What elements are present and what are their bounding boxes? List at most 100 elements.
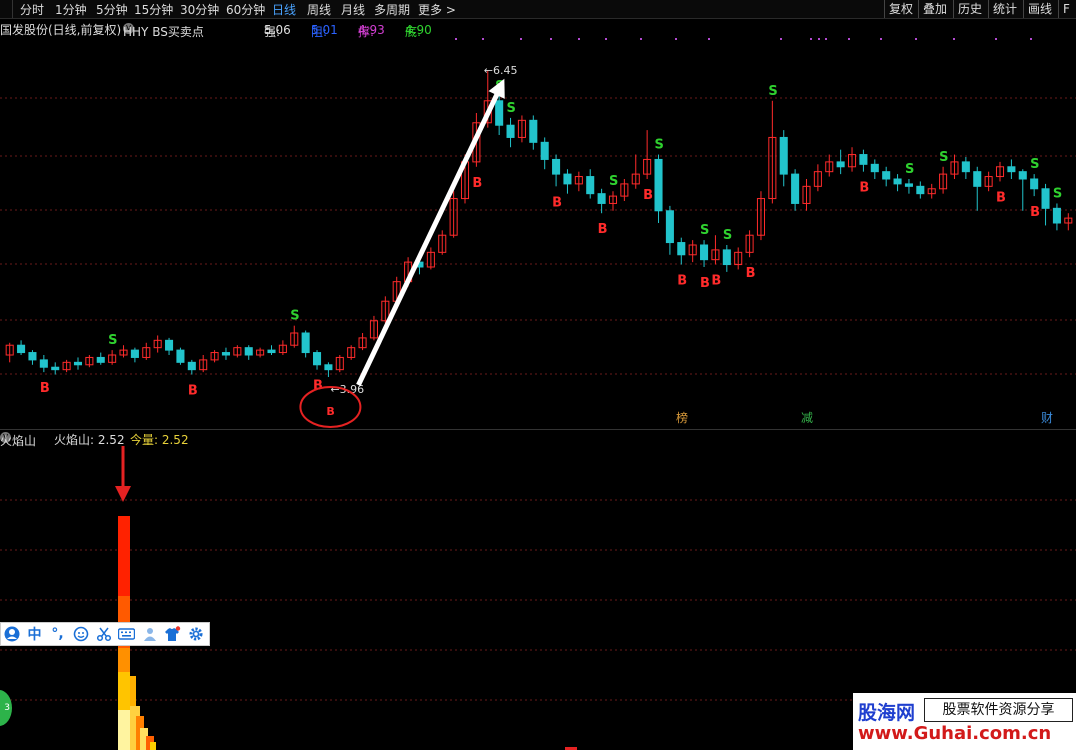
buy-signal: B xyxy=(996,190,1006,205)
buy-signal: B xyxy=(552,195,562,210)
candle-body xyxy=(176,349,185,363)
settings-gear-icon[interactable] xyxy=(187,626,204,643)
ime-toolbar: 中 °, xyxy=(0,622,210,646)
candle xyxy=(768,100,777,204)
tab-1min[interactable]: 1分钟 xyxy=(55,1,87,18)
candle xyxy=(586,169,595,199)
sell-signal: S xyxy=(290,309,299,324)
candle xyxy=(631,154,640,189)
candle xyxy=(722,245,731,272)
candle xyxy=(449,191,458,238)
candle xyxy=(1041,183,1050,226)
tab-monthly[interactable]: 月线 xyxy=(341,1,365,18)
buy-signal: B xyxy=(700,276,710,291)
candle xyxy=(859,149,868,172)
candle-body xyxy=(506,124,515,138)
candle xyxy=(927,183,936,199)
candle xyxy=(210,350,219,363)
buy-signal: B xyxy=(472,176,482,191)
candle xyxy=(745,230,754,258)
f-key-button[interactable]: F xyxy=(1058,0,1074,18)
event-marker xyxy=(848,38,850,40)
buy-signal: B xyxy=(711,274,721,289)
candle-body xyxy=(586,176,595,195)
sell-signal: S xyxy=(905,162,914,177)
skin-icon[interactable] xyxy=(164,626,181,643)
candle xyxy=(1030,174,1039,197)
tab-daily[interactable]: 日线 xyxy=(272,1,296,18)
scissors-icon[interactable] xyxy=(95,626,112,643)
candle xyxy=(734,247,743,270)
candlestick-chart[interactable]: BBBBBBBBBBBBBBSSSSSSSSSSSSS←6.45←3.96B榜减… xyxy=(0,38,1076,428)
candle-body xyxy=(1007,166,1016,173)
chart-header: 国发股份(日线,前复权) v HHY BS买卖点 强: 5.06 阻: 5.01… xyxy=(0,23,432,39)
flame-band xyxy=(118,710,130,750)
candle-body xyxy=(1030,178,1039,190)
buy-signal: B xyxy=(313,379,323,394)
candle-body xyxy=(39,359,48,368)
event-marker xyxy=(915,38,917,40)
candle xyxy=(961,157,970,179)
sell-signal: S xyxy=(1030,157,1039,172)
event-marker xyxy=(780,38,782,40)
candle xyxy=(199,355,208,373)
candle xyxy=(574,171,583,192)
candle xyxy=(904,179,913,194)
site-watermark: 股海网 股票软件资源分享 www.Guhai.com.cn xyxy=(853,693,1076,750)
candle xyxy=(608,191,618,211)
candle xyxy=(1052,203,1061,231)
candle-body xyxy=(301,332,310,354)
statistics-button[interactable]: 统计 xyxy=(988,0,1021,18)
candle-body xyxy=(882,171,891,180)
history-button[interactable]: 历史 xyxy=(953,0,986,18)
ime-language-toggle[interactable]: 中 xyxy=(26,626,43,643)
event-marker xyxy=(953,38,955,40)
tab-more[interactable]: 更多 > xyxy=(418,1,456,18)
event-marker xyxy=(995,38,997,40)
tab-5min[interactable]: 5分钟 xyxy=(96,1,128,18)
keyboard-icon[interactable] xyxy=(118,626,135,643)
candle xyxy=(324,362,333,377)
candle-body xyxy=(187,361,196,371)
candle xyxy=(802,179,811,211)
buy-signal: B xyxy=(598,222,608,237)
candle xyxy=(17,340,26,355)
sell-signal: S xyxy=(507,101,516,116)
person-icon[interactable] xyxy=(141,626,158,643)
tab-15min[interactable]: 15分钟 xyxy=(134,1,173,18)
sub-indicator-header: v 火焰山 火焰山: 2.52 今量: 2.52 xyxy=(0,429,1076,448)
candle-body xyxy=(973,171,982,187)
candle-body xyxy=(130,349,139,358)
tab-60min[interactable]: 60分钟 xyxy=(226,1,265,18)
candle xyxy=(973,166,982,211)
event-tag: 财 xyxy=(1041,411,1053,425)
tab-weekly[interactable]: 周线 xyxy=(307,1,331,18)
candle-body xyxy=(904,183,913,187)
event-marker xyxy=(578,38,580,40)
candle-body xyxy=(1018,171,1027,180)
tab-timeshare[interactable]: 分时 xyxy=(20,1,44,18)
sell-signal: S xyxy=(609,174,618,189)
buy-signal: B xyxy=(677,274,687,289)
flame-tail xyxy=(150,742,156,750)
buy-signal: B xyxy=(746,266,756,281)
event-marker xyxy=(810,38,812,40)
draw-line-button[interactable]: 画线 xyxy=(1023,0,1056,18)
candle xyxy=(654,154,663,223)
candle xyxy=(39,355,48,373)
user-icon[interactable] xyxy=(3,626,20,643)
pointer-arrow-head xyxy=(115,486,131,502)
candle xyxy=(142,342,151,360)
tab-30min[interactable]: 30分钟 xyxy=(180,1,219,18)
candle-body xyxy=(313,352,322,366)
candle-body xyxy=(791,173,800,204)
candle xyxy=(187,359,196,375)
punctuation-toggle[interactable]: °, xyxy=(49,626,66,643)
candle xyxy=(347,345,356,360)
restore-rights-button[interactable]: 复权 xyxy=(884,0,917,18)
overlay-button[interactable]: 叠加 xyxy=(918,0,951,18)
candle xyxy=(244,345,253,360)
emoji-icon[interactable] xyxy=(72,626,89,643)
candle xyxy=(597,188,606,214)
tab-multi-period[interactable]: 多周期 xyxy=(374,1,410,18)
